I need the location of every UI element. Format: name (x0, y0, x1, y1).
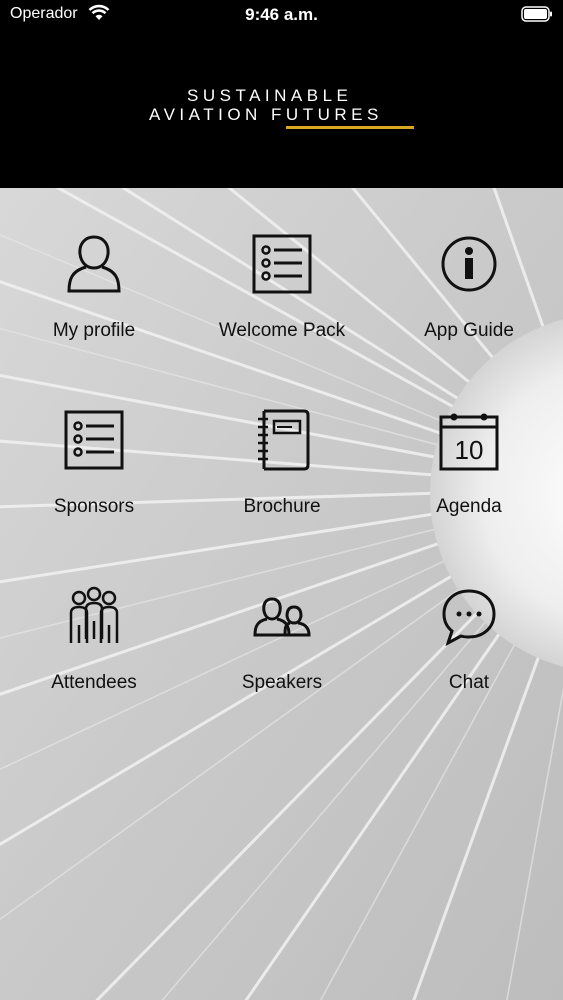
menu-tile-speakers[interactable]: Speakers (188, 540, 376, 716)
logo-underline (286, 126, 414, 129)
menu-label: Sponsors (53, 496, 135, 517)
menu-grid: My profile Welcome Pack App Guide Sponso… (0, 188, 563, 1000)
battery-icon (521, 6, 552, 22)
list-icon (64, 410, 124, 470)
menu-label: Speakers (241, 672, 323, 693)
menu-tile-agenda[interactable]: 10 Agenda (375, 364, 563, 540)
sustainable-aviation-futures-logo: SUSTAINABLE AVIATION FUTURES (146, 86, 418, 136)
logo-line-1: SUSTAINABLE (187, 86, 353, 105)
menu-tile-sponsors[interactable]: Sponsors (0, 364, 188, 540)
app-header: SUSTAINABLE AVIATION FUTURES (0, 28, 563, 188)
menu-tile-attendees[interactable]: Attendees (0, 540, 188, 716)
menu-label: Brochure (243, 496, 321, 517)
info-icon (441, 236, 497, 292)
menu-tile-my-profile[interactable]: My profile (0, 188, 188, 364)
logo-line-2: AVIATION FUTURES (149, 105, 383, 124)
menu-label: Welcome Pack (218, 320, 346, 341)
person-icon (67, 235, 121, 293)
calendar-icon: 10 (439, 413, 499, 471)
menu-label: My profile (52, 320, 136, 341)
menu-tile-app-guide[interactable]: App Guide (375, 188, 563, 364)
group-icon (69, 586, 119, 643)
menu-tile-chat[interactable]: Chat (375, 540, 563, 716)
people-icon (253, 597, 311, 637)
menu-label: Attendees (51, 672, 137, 693)
menu-label: Chat (448, 672, 490, 693)
menu-tile-brochure[interactable]: Brochure (188, 364, 376, 540)
status-bar: Operador 9:46 a.m. (0, 0, 563, 28)
menu-tile-welcome-pack[interactable]: Welcome Pack (188, 188, 376, 364)
menu-label: App Guide (424, 320, 514, 341)
chat-bubble-icon (442, 589, 496, 647)
calendar-day: 10 (455, 435, 484, 465)
menu-label: Agenda (436, 496, 502, 517)
notebook-icon (258, 409, 310, 471)
list-icon (252, 234, 312, 294)
clock: 9:46 a.m. (245, 5, 318, 24)
